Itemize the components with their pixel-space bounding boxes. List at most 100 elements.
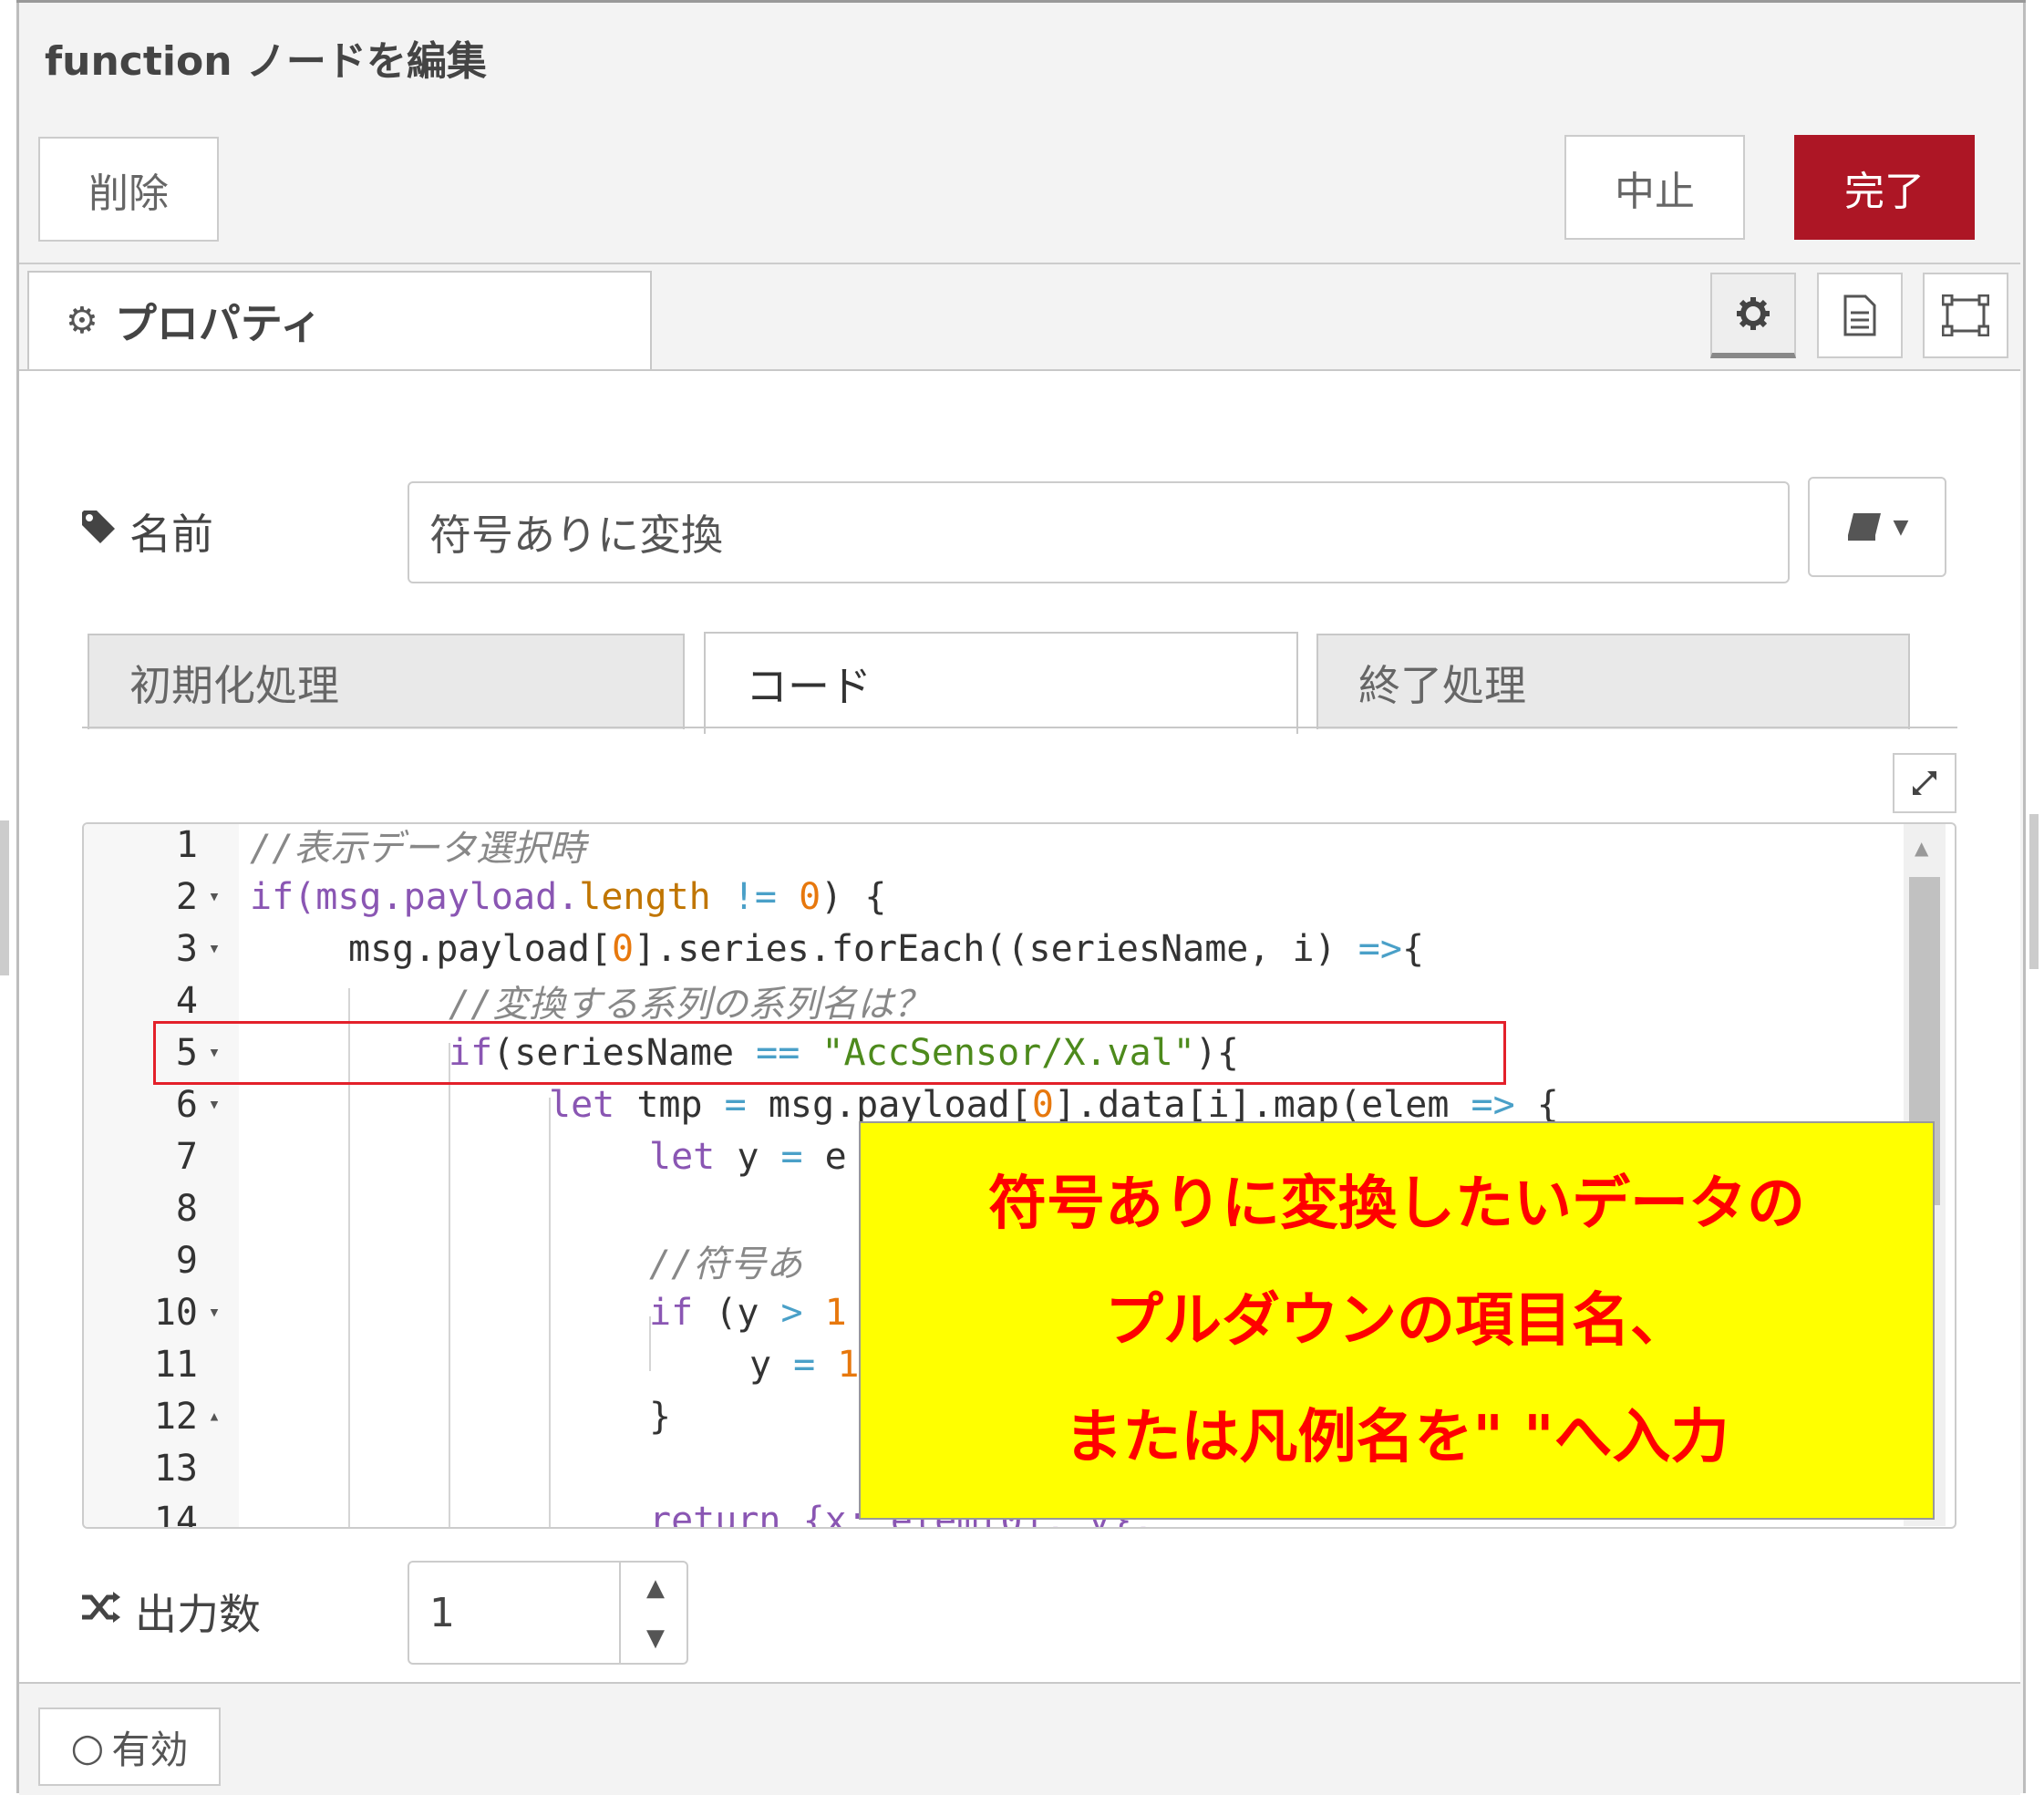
right-resize-handle[interactable] — [2029, 814, 2039, 969]
code-line[interactable]: 1 //表示データ選択時 — [84, 823, 1907, 872]
code-text: let tmp = msg.payload[0].data[i].map(ele… — [549, 1084, 1559, 1126]
code-token: 1 — [815, 1343, 860, 1386]
code-token: 1 — [802, 1291, 847, 1334]
tab-divider — [82, 727, 1957, 728]
tab-properties[interactable]: ⚙ プロパティ — [27, 271, 652, 369]
code-token: //変換する系列の系列名は？ — [449, 983, 931, 1026]
line-number: 3 — [175, 927, 198, 970]
spinner-buttons: ▲ ▼ — [619, 1563, 690, 1663]
spinner-down-icon[interactable]: ▼ — [621, 1613, 690, 1663]
tab-initialize[interactable]: 初期化処理 — [88, 634, 685, 729]
highlight-box — [153, 1021, 1506, 1085]
fold-down-icon[interactable]: ▾ — [198, 937, 231, 960]
line-number: 8 — [175, 1187, 198, 1230]
code-token: = — [724, 1083, 747, 1126]
code-token: if — [649, 1291, 694, 1334]
code-token: => — [1358, 927, 1402, 970]
node-description-tab-button[interactable] — [1817, 273, 1903, 358]
code-text: //表示データ選択時 — [250, 824, 586, 872]
enable-toggle-button[interactable]: ○ 有効 — [38, 1707, 221, 1786]
code-line[interactable]: 2 ▾ if(msg.payload.length != 0) { — [84, 871, 1907, 923]
circle-icon: ○ — [70, 1724, 105, 1769]
code-token: } — [649, 1395, 672, 1438]
code-token: ].series.forEach((seriesName, i) — [634, 927, 1358, 970]
code-token: //表示データ選択時 — [250, 827, 586, 870]
code-token: let — [549, 1083, 615, 1126]
outputs-spinner[interactable]: 1 ▲ ▼ — [408, 1561, 688, 1665]
code-token: = — [793, 1343, 816, 1386]
line-number: 1 — [175, 823, 198, 866]
code-text: //変換する系列の系列名は？ — [449, 975, 930, 1027]
code-line[interactable]: 3 ▾ msg.payload[0].series.forEach((seriesN… — [84, 923, 1907, 975]
code-token: 0 — [611, 927, 635, 970]
tab-finalize[interactable]: 終了処理 — [1316, 634, 1910, 729]
fold-down-icon[interactable]: ▾ — [198, 1093, 231, 1116]
code-token: => — [1471, 1083, 1515, 1126]
code-token: tmp — [614, 1083, 725, 1126]
code-token: y — [749, 1343, 794, 1386]
code-token: 0 — [799, 875, 821, 918]
code-token: = — [780, 1135, 803, 1178]
code-text: if (y > 1 — [649, 1292, 847, 1334]
line-number: 14 — [153, 1499, 198, 1529]
code-text: y = 1 — [749, 1344, 859, 1386]
code-token: 0 — [1031, 1083, 1054, 1126]
library-dropdown-button[interactable]: ▼ — [1808, 477, 1946, 577]
code-token: //符号あ — [649, 1243, 803, 1285]
line-number: 9 — [175, 1239, 198, 1282]
code-token: e — [802, 1135, 847, 1178]
left-resize-handle[interactable] — [0, 820, 9, 975]
code-token: (y — [693, 1291, 781, 1334]
tray-title: function ノードを編集 — [45, 38, 487, 85]
expand-editor-button[interactable] — [1893, 753, 1956, 813]
name-label: 名前 — [80, 501, 213, 562]
line-number: 6 — [175, 1083, 198, 1126]
code-token: ) { — [821, 875, 887, 918]
code-token: { — [1514, 1083, 1559, 1126]
line-number: 11 — [153, 1343, 198, 1386]
tray-header: function ノードを編集 — [19, 3, 2020, 119]
line-number: 7 — [175, 1135, 198, 1178]
line-number: 2 — [175, 875, 198, 918]
line-number: 10 — [153, 1291, 198, 1334]
outputs-label: 出力数 — [80, 1582, 261, 1642]
shuffle-icon — [80, 1590, 122, 1634]
document-icon — [1843, 294, 1876, 336]
code-token: let — [649, 1135, 716, 1178]
code-text: let y = e — [649, 1136, 847, 1178]
delete-button[interactable]: 削除 — [38, 137, 219, 242]
annotation-callout: 符号ありに変換したいデータの プルダウンの項目名、 または凡例名を" "へ入力 — [859, 1121, 1935, 1520]
code-line[interactable]: 4 //変換する系列の系列名は？ — [84, 975, 1907, 1026]
name-input[interactable]: 符号ありに変換 — [408, 481, 1790, 583]
code-token: msg.payload[ — [746, 1083, 1032, 1126]
callout-line-2: プルダウンの項目名、 — [1105, 1286, 1688, 1355]
tab-properties-label: プロパティ — [114, 299, 323, 348]
tab-code[interactable]: コード — [704, 632, 1298, 734]
scroll-up-arrow-icon[interactable]: ▲ — [1915, 837, 1928, 859]
cancel-button[interactable]: 中止 — [1564, 135, 1745, 240]
code-text: msg.payload[0].series.forEach((seriesNam… — [348, 928, 1424, 970]
gear-icon: ⚙ — [66, 300, 98, 342]
done-button[interactable]: 完了 — [1794, 135, 1975, 240]
spinner-up-icon[interactable]: ▲ — [621, 1563, 690, 1613]
code-text: if(msg.payload.length != 0) { — [250, 876, 886, 918]
code-token: != — [710, 875, 800, 918]
node-properties-tab-button[interactable] — [1710, 273, 1796, 358]
book-icon — [1847, 513, 1881, 541]
fold-down-icon[interactable]: ▾ — [198, 1301, 231, 1324]
node-appearance-tab-button[interactable] — [1923, 273, 2008, 358]
chevron-down-icon: ▼ — [1893, 515, 1909, 539]
frame-icon — [1942, 294, 1989, 336]
code-text: } — [649, 1396, 671, 1438]
fold-down-icon[interactable]: ▾ — [198, 885, 231, 908]
code-token: if(msg.payload. — [250, 875, 580, 918]
fold-up-icon[interactable]: ▴ — [198, 1405, 231, 1428]
code-token: msg.payload[ — [348, 927, 612, 970]
line-number: 13 — [153, 1447, 198, 1490]
outputs-value[interactable]: 1 — [429, 1590, 455, 1636]
line-number: 4 — [175, 979, 198, 1022]
line-number: 12 — [153, 1395, 198, 1438]
callout-line-1: 符号ありに変換したいデータの — [988, 1170, 1805, 1238]
code-text: //符号あ — [649, 1234, 802, 1287]
tag-icon — [80, 509, 117, 554]
